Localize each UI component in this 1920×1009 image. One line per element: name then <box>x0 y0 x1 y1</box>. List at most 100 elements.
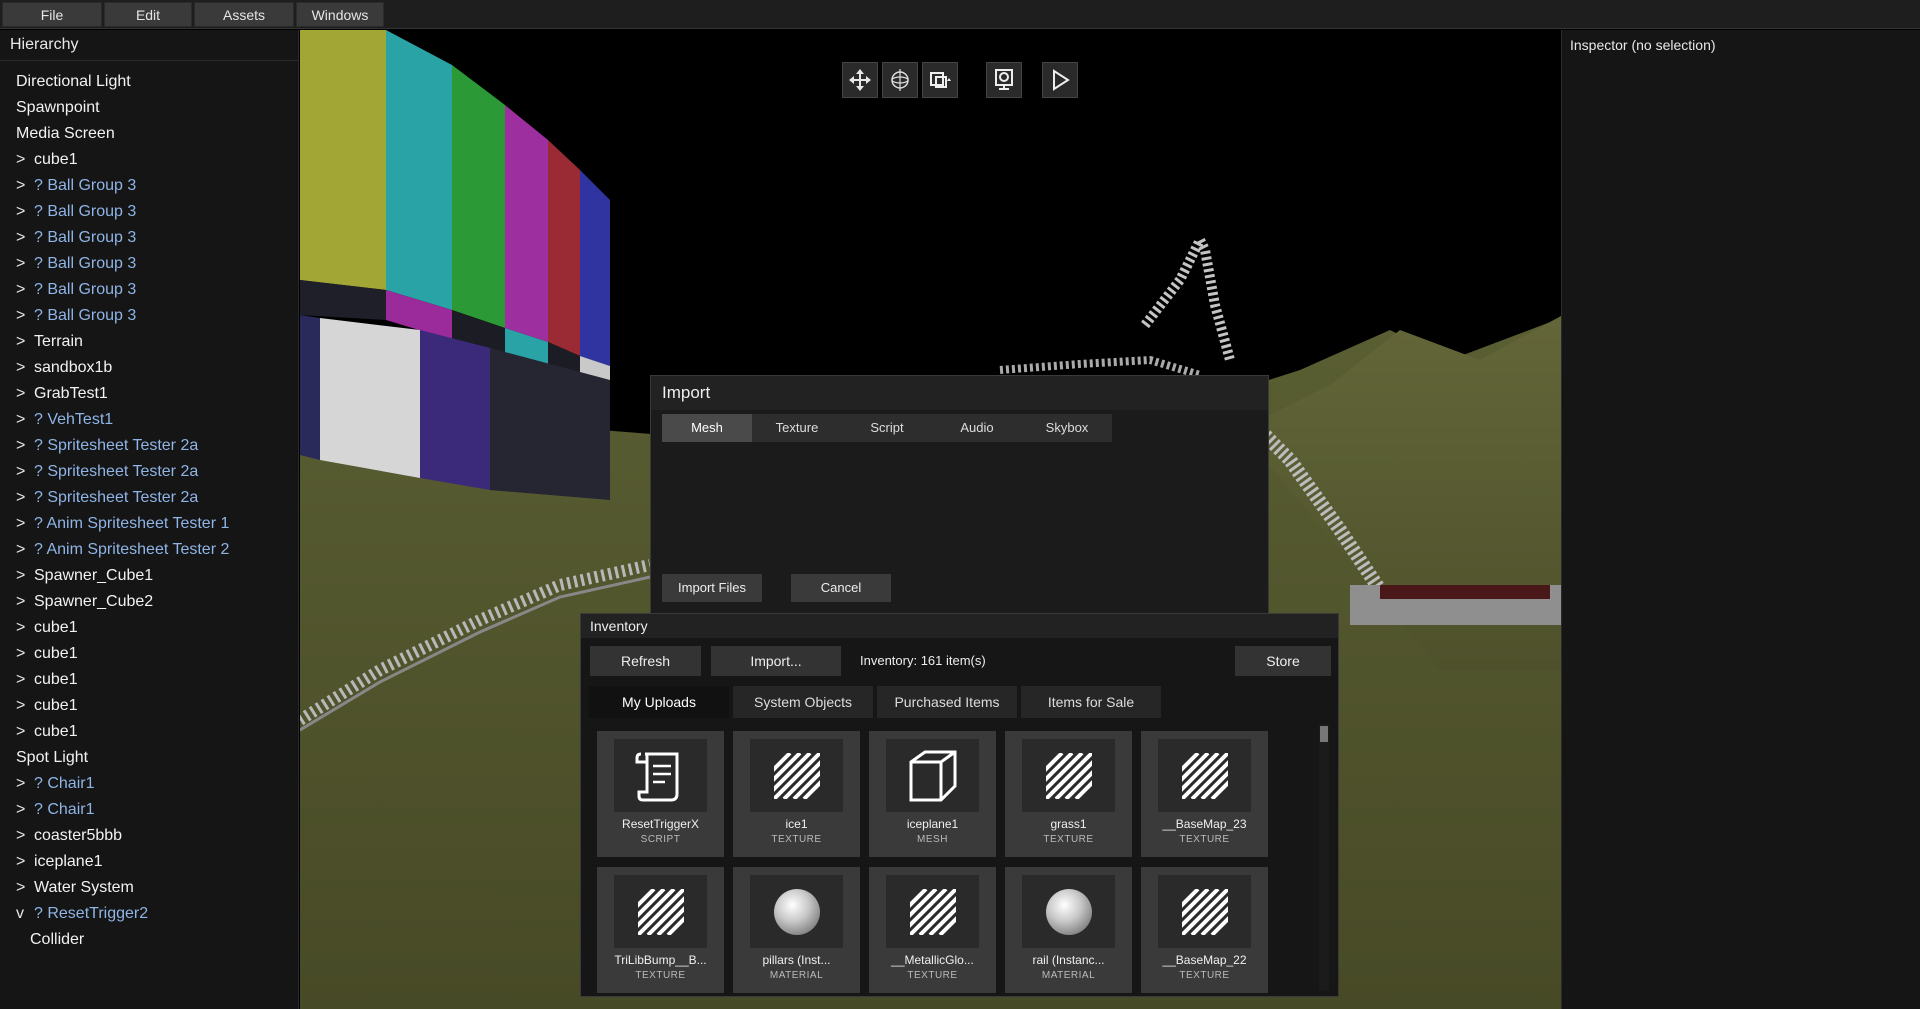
inventory-item[interactable]: __BaseMap_23 TEXTURE <box>1141 731 1268 857</box>
expand-right-icon[interactable]: > <box>16 407 34 433</box>
hierarchy-item[interactable]: > coaster5bbb <box>0 823 122 849</box>
menu-file[interactable]: File <box>2 2 102 27</box>
hierarchy-item[interactable]: > GrabTest1 <box>0 381 108 407</box>
hierarchy-item[interactable]: > Water System <box>0 875 134 901</box>
expand-right-icon[interactable]: > <box>16 485 34 511</box>
inventory-item[interactable]: __BaseMap_22 TEXTURE <box>1141 867 1268 993</box>
hierarchy-item[interactable]: >? VehTest1 <box>0 407 113 433</box>
expand-right-icon[interactable]: > <box>16 849 34 875</box>
menu-edit[interactable]: Edit <box>104 2 192 27</box>
hierarchy-item[interactable]: >? Ball Group 3 <box>0 251 136 277</box>
hierarchy-item[interactable]: >? Anim Spritesheet Tester 2 <box>0 537 229 563</box>
expand-right-icon[interactable]: > <box>16 641 34 667</box>
inventory-item[interactable]: TriLibBump__B... TEXTURE <box>597 867 724 993</box>
refresh-button[interactable]: Refresh <box>590 646 701 676</box>
hierarchy-item[interactable]: Media Screen <box>0 121 115 147</box>
hierarchy-item[interactable]: > Terrain <box>0 329 83 355</box>
inventory-item[interactable]: rail (Instanc... MATERIAL <box>1005 867 1132 993</box>
tab-items-for-sale[interactable]: Items for Sale <box>1021 686 1161 718</box>
hierarchy-item[interactable]: >? Ball Group 3 <box>0 303 136 329</box>
hierarchy-item[interactable]: > cube1 <box>0 693 78 719</box>
camera-button[interactable] <box>986 62 1022 98</box>
hierarchy-item[interactable]: >? Spritesheet Tester 2a <box>0 459 198 485</box>
expand-down-icon[interactable]: v <box>16 901 34 927</box>
hierarchy-item[interactable]: >? Ball Group 3 <box>0 173 136 199</box>
expand-right-icon[interactable]: > <box>16 537 34 563</box>
inventory-item[interactable]: grass1 TEXTURE <box>1005 731 1132 857</box>
hierarchy-item[interactable]: Spot Light <box>0 745 88 771</box>
expand-right-icon[interactable]: > <box>16 797 34 823</box>
hierarchy-item[interactable]: > cube1 <box>0 615 78 641</box>
expand-right-icon[interactable]: > <box>16 277 34 303</box>
inventory-panel: Inventory Refresh Import... Inventory: 1… <box>580 613 1339 997</box>
menu-assets[interactable]: Assets <box>194 2 294 27</box>
inventory-item[interactable]: __MetallicGlo... TEXTURE <box>869 867 996 993</box>
rotate-tool-button[interactable] <box>882 62 918 98</box>
hierarchy-item[interactable]: >? Spritesheet Tester 2a <box>0 433 198 459</box>
tab-skybox[interactable]: Skybox <box>1022 414 1112 442</box>
expand-right-icon[interactable]: > <box>16 823 34 849</box>
expand-right-icon[interactable]: > <box>16 771 34 797</box>
expand-right-icon[interactable]: > <box>16 355 34 381</box>
inventory-scrollbar[interactable] <box>1319 724 1329 990</box>
tab-my-uploads[interactable]: My Uploads <box>589 686 729 718</box>
inventory-item-type: TEXTURE <box>907 970 958 981</box>
menu-windows[interactable]: Windows <box>296 2 384 27</box>
expand-right-icon[interactable]: > <box>16 511 34 537</box>
move-tool-button[interactable] <box>842 62 878 98</box>
expand-right-icon[interactable]: > <box>16 381 34 407</box>
expand-right-icon[interactable]: > <box>16 875 34 901</box>
hierarchy-item[interactable]: > cube1 <box>0 719 78 745</box>
inventory-item[interactable]: pillars (Inst... MATERIAL <box>733 867 860 993</box>
hierarchy-item[interactable]: >? Ball Group 3 <box>0 225 136 251</box>
inventory-item[interactable]: ice1 TEXTURE <box>733 731 860 857</box>
hierarchy-item[interactable]: > iceplane1 <box>0 849 103 875</box>
tab-texture[interactable]: Texture <box>752 414 842 442</box>
hierarchy-item[interactable]: > Spawner_Cube2 <box>0 589 153 615</box>
hierarchy-item[interactable]: > cube1 <box>0 641 78 667</box>
inventory-item[interactable]: ResetTriggerX SCRIPT <box>597 731 724 857</box>
expand-right-icon[interactable]: > <box>16 693 34 719</box>
expand-right-icon[interactable]: > <box>16 329 34 355</box>
hierarchy-item[interactable]: >? Chair1 <box>0 771 94 797</box>
expand-right-icon[interactable]: > <box>16 563 34 589</box>
scrollbar-thumb[interactable] <box>1320 726 1328 742</box>
expand-right-icon[interactable]: > <box>16 719 34 745</box>
tab-script[interactable]: Script <box>842 414 932 442</box>
hierarchy-item[interactable]: >? Ball Group 3 <box>0 277 136 303</box>
tab-system-objects[interactable]: System Objects <box>733 686 873 718</box>
tab-audio[interactable]: Audio <box>932 414 1022 442</box>
hierarchy-item[interactable]: Directional Light <box>0 69 131 95</box>
hierarchy-item[interactable]: Spawnpoint <box>0 95 100 121</box>
expand-right-icon[interactable]: > <box>16 225 34 251</box>
expand-right-icon[interactable]: > <box>16 251 34 277</box>
store-button[interactable]: Store <box>1235 646 1331 676</box>
import-files-button[interactable]: Import Files <box>662 574 762 602</box>
expand-right-icon[interactable]: > <box>16 459 34 485</box>
cancel-button[interactable]: Cancel <box>791 574 891 602</box>
tab-mesh[interactable]: Mesh <box>662 414 752 442</box>
inventory-item[interactable]: iceplane1 MESH <box>869 731 996 857</box>
hierarchy-item[interactable]: v? ResetTrigger2 <box>0 901 148 927</box>
expand-right-icon[interactable]: > <box>16 615 34 641</box>
hierarchy-item[interactable]: >? Anim Spritesheet Tester 1 <box>0 511 229 537</box>
tab-purchased-items[interactable]: Purchased Items <box>877 686 1017 718</box>
hierarchy-item[interactable]: > cube1 <box>0 667 78 693</box>
hierarchy-item[interactable]: >? Ball Group 3 <box>0 199 136 225</box>
expand-right-icon[interactable]: > <box>16 589 34 615</box>
play-button[interactable] <box>1042 62 1078 98</box>
expand-right-icon[interactable]: > <box>16 173 34 199</box>
expand-right-icon[interactable]: > <box>16 199 34 225</box>
expand-right-icon[interactable]: > <box>16 433 34 459</box>
hierarchy-item[interactable]: > Spawner_Cube1 <box>0 563 153 589</box>
hierarchy-item[interactable]: >? Spritesheet Tester 2a <box>0 485 198 511</box>
hierarchy-item[interactable]: > cube1 <box>0 147 78 173</box>
scale-tool-button[interactable] <box>922 62 958 98</box>
expand-right-icon[interactable]: > <box>16 303 34 329</box>
import-button[interactable]: Import... <box>711 646 841 676</box>
hierarchy-item[interactable]: > sandbox1b <box>0 355 112 381</box>
hierarchy-item[interactable]: >? Chair1 <box>0 797 94 823</box>
hierarchy-item[interactable]: Collider <box>0 927 84 953</box>
expand-right-icon[interactable]: > <box>16 667 34 693</box>
expand-right-icon[interactable]: > <box>16 147 34 173</box>
